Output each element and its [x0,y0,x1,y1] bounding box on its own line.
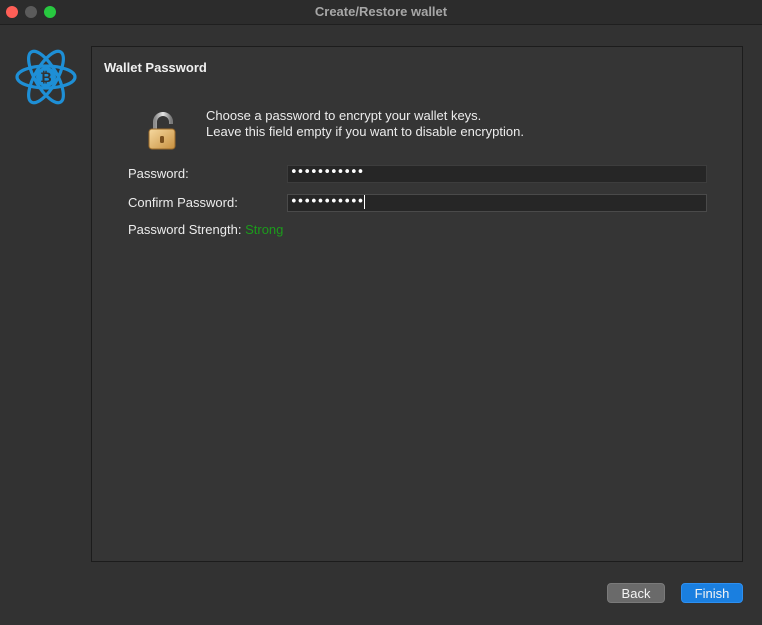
confirm-password-input[interactable]: ••••••••••• [287,194,707,212]
message-line-2: Leave this field empty if you want to di… [206,124,524,139]
confirm-password-label: Confirm Password: [128,195,238,210]
message-line-1: Choose a password to encrypt your wallet… [206,108,482,123]
text-cursor [364,195,366,209]
back-button[interactable]: Back [607,583,665,603]
panel-title: Wallet Password [104,60,207,75]
open-padlock-icon [148,112,176,150]
password-strength-label: Password Strength: [128,222,242,237]
electrum-bitcoin-logo-icon: ₿ [15,49,77,105]
finish-button[interactable]: Finish [681,583,743,603]
password-strength-value: Strong [245,222,284,237]
confirm-password-value: ••••••••••• [290,194,364,210]
svg-text:₿: ₿ [40,70,51,86]
encryption-message: Choose a password to encrypt your wallet… [206,108,524,140]
wallet-password-panel: Wallet Password Choose a password to enc… [91,46,743,562]
password-input[interactable]: ••••••••••• [287,165,707,183]
title-bar: Create/Restore wallet [0,0,762,25]
password-label: Password: [128,166,189,181]
password-value: ••••••••••• [290,165,364,180]
password-strength-row: Password Strength: Strong [128,222,283,237]
window-title: Create/Restore wallet [314,4,448,19]
